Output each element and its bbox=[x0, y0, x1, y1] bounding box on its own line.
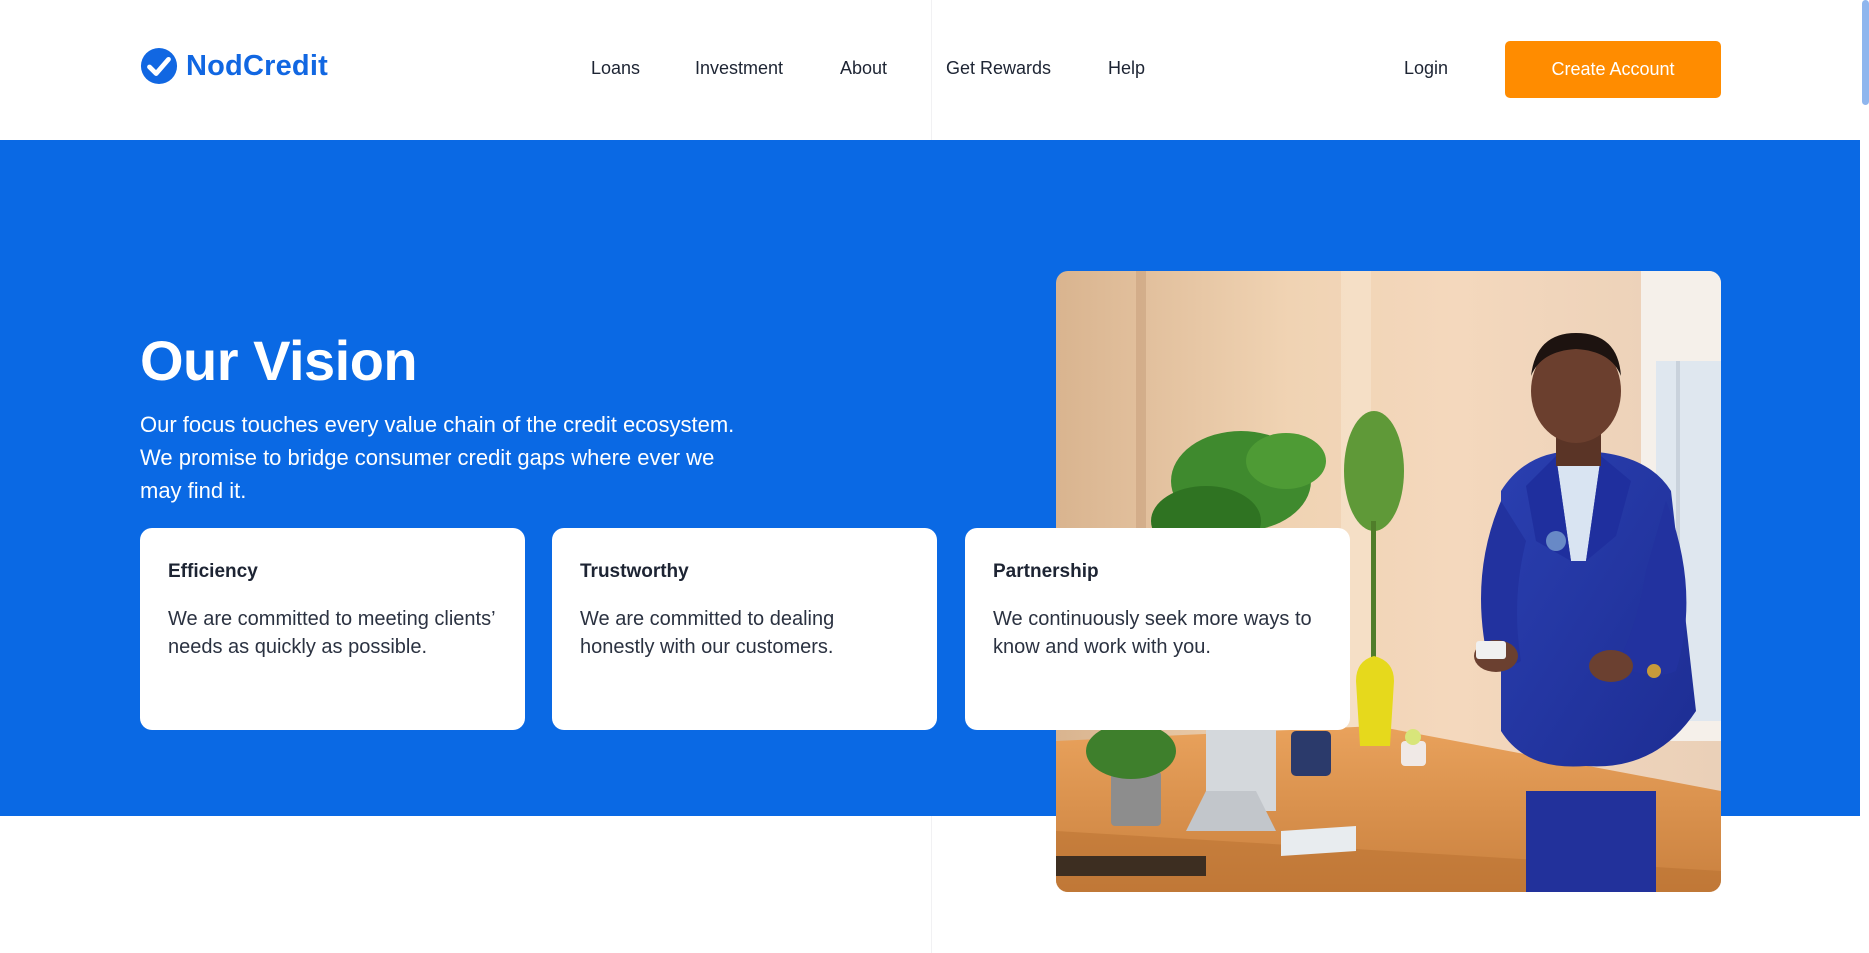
brand-name: NodCredit bbox=[186, 49, 328, 82]
value-card-trustworthy: Trustworthy We are committed to dealing … bbox=[552, 528, 937, 730]
card-text: We are committed to dealing honestly wit… bbox=[580, 608, 835, 658]
nav-item-get-rewards[interactable]: Get Rewards bbox=[946, 58, 1051, 79]
nav-item-investment[interactable]: Investment bbox=[695, 58, 783, 79]
section-description: Our focus touches every value chain of t… bbox=[140, 412, 735, 503]
site-header: NodCredit Loans Investment About Get Rew… bbox=[0, 0, 1860, 140]
value-card-partnership: Partnership We continuously seek more wa… bbox=[965, 528, 1350, 730]
card-text: We are committed to meeting clients’ nee… bbox=[168, 608, 495, 658]
section-title: Our Vision bbox=[140, 329, 418, 392]
card-title: Partnership bbox=[993, 561, 1099, 582]
nav-item-help[interactable]: Help bbox=[1108, 58, 1145, 79]
login-link[interactable]: Login bbox=[1404, 58, 1448, 79]
card-text: We continuously seek more ways to know a… bbox=[993, 608, 1312, 658]
scrollbar-thumb[interactable] bbox=[1862, 0, 1869, 105]
nav-item-loans[interactable]: Loans bbox=[591, 58, 640, 79]
create-account-button[interactable]: Create Account bbox=[1505, 41, 1721, 98]
value-card-efficiency: Efficiency We are committed to meeting c… bbox=[140, 528, 525, 730]
nav-item-about[interactable]: About bbox=[840, 58, 887, 79]
card-title: Efficiency bbox=[168, 561, 258, 582]
brand-logo[interactable]: NodCredit bbox=[140, 47, 328, 85]
card-title: Trustworthy bbox=[580, 561, 689, 582]
check-circle-icon bbox=[140, 47, 178, 85]
